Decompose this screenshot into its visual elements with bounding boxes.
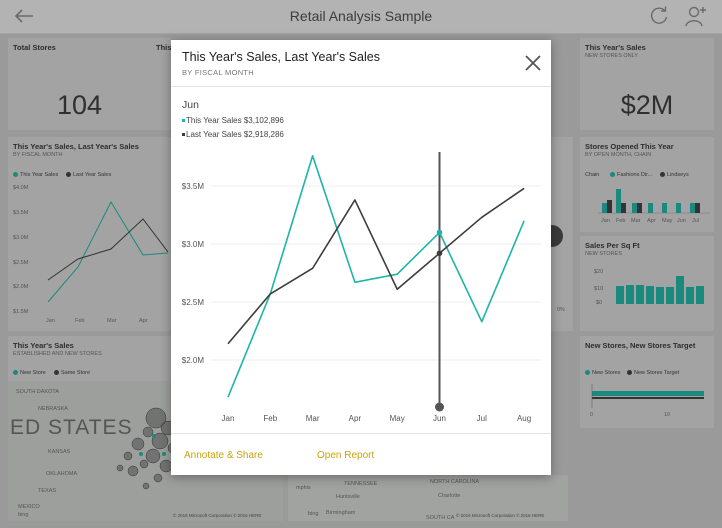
selected-point-this-year [436,229,443,236]
map-label: Charlotte [438,493,461,499]
map-label: TENNESSEE [344,481,378,487]
x-tick: Feb [75,318,85,324]
selected-point-last-year [436,250,443,257]
legend-item: This Year Sales [13,172,58,178]
add-user-icon[interactable] [684,4,708,28]
gauge-arc [551,225,563,247]
bing-logo: bing [18,512,29,518]
map-label: SOUTH CA [426,515,455,521]
map-copyright: © 2016 Microsoft Corporation © 2016 HERE [173,513,262,518]
x-tick-label: Mar [306,414,320,423]
mini-column-chart [616,276,704,304]
kpi-value: 104 [56,90,103,120]
tile-subtitle: BY FISCAL MONTH [13,152,63,158]
x-tick: Mar [107,318,117,324]
y-tick: $3.5M [13,210,29,216]
tile-sales-line[interactable]: This Year's Sales, Last Year's Sales BY … [8,137,171,331]
app-title: Retail Analysis Sample [289,8,433,24]
x-tick-label: Jun [433,414,446,423]
map-label: Huntsville [336,494,360,500]
x-tick-label: Jul [477,414,487,423]
open-report-button[interactable]: Open Report [317,450,374,461]
x-tick-label: May [390,414,405,423]
tile-sales-per-sqft[interactable]: Sales Per Sq Ft NEW STORES $20 $10 $0 [580,236,714,331]
y-tick-label: $2.0M [182,356,205,365]
map-copyright: © 2016 Microsoft Corporation © 2016 HERE [456,513,545,518]
tile-subtitle: NEW STORES ONLY [585,53,638,59]
tile-stores-opened[interactable]: Stores Opened This Year BY OPEN MONTH, C… [580,137,714,232]
map-label: mphis [296,485,311,491]
x-tick: Mar [631,218,641,224]
series-line-last-year [227,187,525,345]
mini-line-chart [47,200,169,303]
tile-total-stores[interactable]: Total Stores 104 [8,38,151,130]
gauge-label: 0% [557,307,565,313]
x-tick: Apr [139,318,148,324]
y-tick: $3.0M [13,235,29,241]
y-tick: $2.5M [13,260,29,266]
tile-title: This Year's Sales [585,43,646,52]
kpi-value: $2M [620,90,674,120]
divider [171,433,551,434]
x-tick: May [662,218,673,224]
y-tick-label: $3.5M [182,182,205,191]
selection-handle [435,402,444,412]
x-tick: Apr [647,218,656,224]
mini-bullet-chart [591,384,704,408]
y-tick: $4.0M [13,185,29,191]
x-tick: 0 [590,412,594,418]
map-label: Birmingham [326,510,356,516]
y-tick-label: $3.0M [182,240,205,249]
app-header: Retail Analysis Sample [0,0,722,34]
tile-new-stores-sales[interactable]: This Year's Sales NEW STORES ONLY $2M [580,38,714,130]
x-tick: Jan [46,318,55,324]
x-tick: Jul [692,218,700,224]
tile-gauge-partial[interactable]: 0% [551,137,573,331]
tile-title: This [156,43,171,52]
tile-map-2[interactable]: TENNESSEE mphis Huntsville Birmingham NO… [288,475,568,521]
x-tick-label: Feb [263,414,277,423]
map-label: NORTH CAROLINA [430,479,480,485]
x-tick-label: Apr [349,414,362,423]
series-line-this-year [227,155,525,398]
x-tick-label: Jan [222,414,235,423]
tile-title: Total Stores [13,43,56,52]
x-tick: 10 [664,412,671,418]
tile-title: This Year's Sales, Last Year's Sales [13,142,139,151]
refresh-icon[interactable] [648,5,670,27]
y-tick: $1.5M [13,309,29,315]
chart-focus-dialog: This Year's Sales, Last Year's Sales BY … [171,40,551,475]
annotate-share-button[interactable]: Annotate & Share [184,450,263,461]
x-tick: Jun [677,218,686,224]
y-tick: $2.0M [13,284,29,290]
y-tick-label: $2.5M [182,298,205,307]
tile-new-stores-target[interactable]: New Stores, New Stores Target New Stores… [580,336,714,428]
x-tick: Jan [601,218,610,224]
sales-line-chart[interactable]: $3.5M $3.0M $2.5M $2.0M Jan Feb Mar Apr May Jun Ju… [171,40,551,430]
bing-logo: bing [308,511,319,517]
legend-item: Last Year Sales [66,172,111,178]
tile-partial[interactable]: This [151,38,171,130]
x-tick: Feb [616,218,626,224]
x-tick-label: Aug [517,414,531,423]
